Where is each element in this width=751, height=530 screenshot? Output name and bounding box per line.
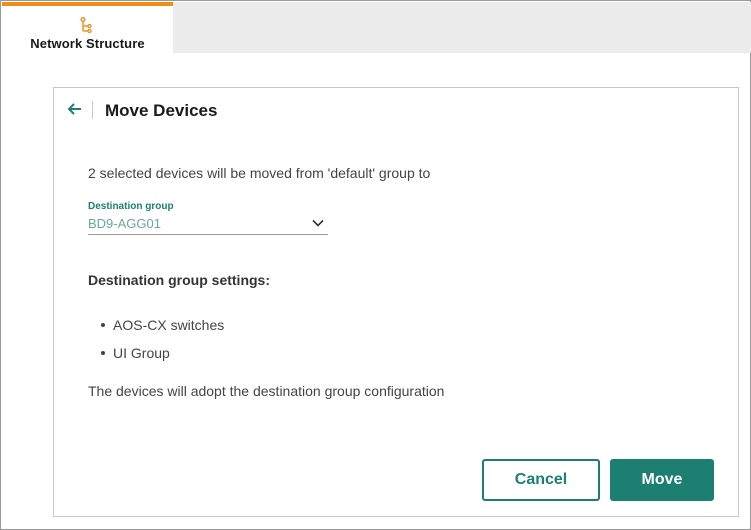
settings-item-label: UI Group	[113, 345, 170, 361]
move-devices-dialog: Move Devices 2 selected devices will be …	[53, 87, 739, 517]
tab-label: Network Structure	[30, 36, 145, 51]
adopt-note: The devices will adopt the destination g…	[88, 383, 445, 399]
chevron-down-icon	[312, 219, 324, 227]
destination-group-value: BD9-AGG01	[88, 216, 161, 231]
bullet-icon	[101, 323, 105, 327]
tab-network-structure[interactable]: Network Structure	[2, 2, 173, 53]
app-frame: Network Structure Move Devices 2 selecte…	[0, 0, 751, 530]
destination-group-label: Destination group	[88, 201, 174, 212]
hierarchy-icon	[80, 17, 92, 33]
settings-heading: Destination group settings:	[88, 272, 270, 288]
header-divider	[92, 101, 93, 119]
cancel-button[interactable]: Cancel	[482, 459, 600, 501]
list-item: UI Group	[99, 344, 224, 372]
settings-item-label: AOS-CX switches	[113, 317, 225, 333]
arrow-left-icon[interactable]	[66, 100, 84, 118]
move-button[interactable]: Move	[610, 459, 714, 501]
destination-group-select[interactable]: BD9-AGG01	[88, 213, 328, 235]
dialog-title: Move Devices	[105, 101, 218, 120]
intro-text: 2 selected devices will be moved from 'd…	[88, 165, 431, 181]
list-item: AOS-CX switches	[99, 316, 224, 344]
bullet-icon	[101, 351, 105, 355]
settings-list: AOS-CX switches UI Group	[99, 316, 224, 372]
